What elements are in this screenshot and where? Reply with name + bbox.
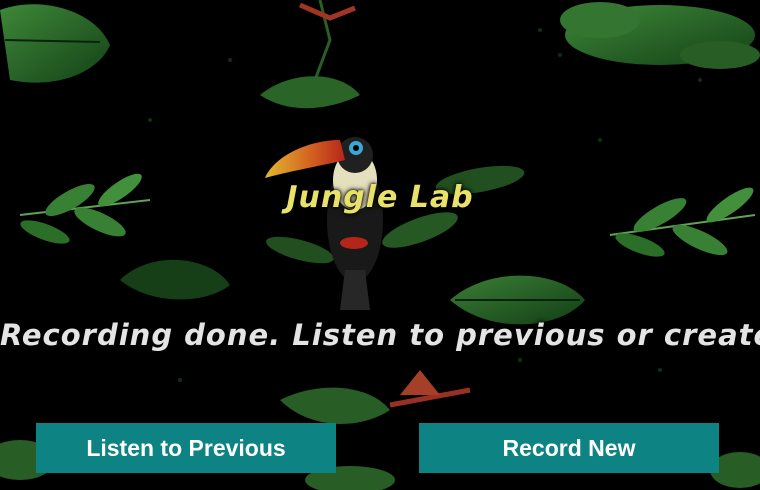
toucan-icon bbox=[265, 137, 383, 310]
flower-plant-top bbox=[260, 0, 360, 109]
app-title: Jungle Lab bbox=[286, 180, 474, 215]
leaf-lower-left bbox=[120, 259, 230, 300]
record-new-button[interactable]: Record New bbox=[419, 423, 719, 473]
leaf-top-left bbox=[0, 4, 110, 83]
jungle-background bbox=[0, 0, 760, 490]
leaf-top-right bbox=[560, 2, 760, 69]
app-screen: Jungle Lab Recording done. Listen to pre… bbox=[0, 0, 760, 490]
status-message: Recording done. Listen to previous or cr… bbox=[0, 318, 760, 352]
listen-previous-button[interactable]: Listen to Previous bbox=[36, 423, 336, 473]
